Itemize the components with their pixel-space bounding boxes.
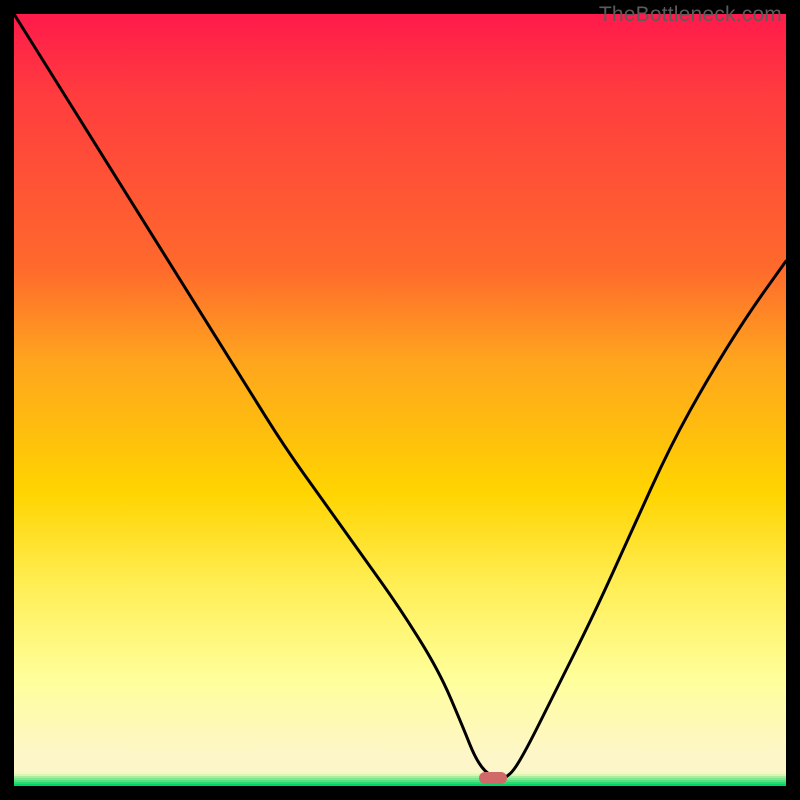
minimum-marker xyxy=(479,772,507,784)
plot-area xyxy=(14,14,786,786)
bottleneck-curve xyxy=(14,14,786,786)
watermark-text: TheBottleneck.com xyxy=(599,3,782,27)
chart-container: TheBottleneck.com xyxy=(0,0,800,800)
